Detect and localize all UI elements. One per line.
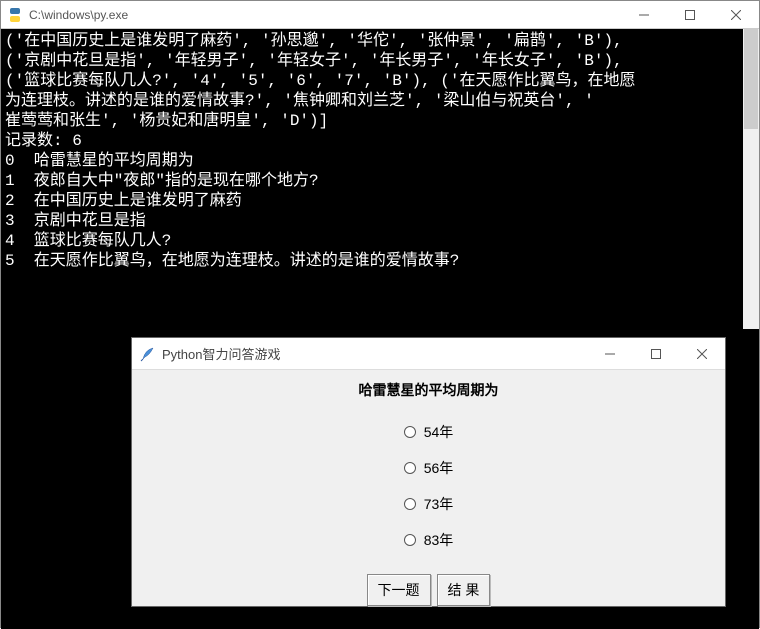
- dialog-title: Python智力问答游戏: [162, 344, 280, 363]
- option-label: 83年: [424, 530, 454, 550]
- console-line: 2 在中国历史上是谁发明了麻药: [5, 192, 242, 210]
- close-button[interactable]: [713, 1, 759, 29]
- console-line: 3 京剧中花旦是指: [5, 212, 146, 230]
- console-titlebar: C:\windows\py.exe: [1, 1, 759, 29]
- button-row: 下一题 结 果: [367, 574, 491, 606]
- result-button[interactable]: 结 果: [437, 574, 491, 606]
- python-icon: [7, 7, 23, 23]
- console-line: 为连理枝。讲述的是谁的爱情故事?', '焦钟卿和刘兰芝', '梁山伯与祝英台',…: [5, 92, 594, 110]
- console-line: 4 篮球比赛每队几人?: [5, 232, 171, 250]
- console-window-controls: [621, 1, 759, 29]
- console-line: 0 哈雷慧星的平均周期为: [5, 152, 194, 170]
- radio-icon: [404, 534, 416, 546]
- option-label: 56年: [424, 458, 454, 478]
- dialog-window-controls: [587, 340, 725, 368]
- console-line: ('在中国历史上是谁发明了麻药', '孙思邈', '华佗', '张仲景', '扁…: [5, 32, 623, 50]
- console-line: 崔莺莺和张生', '杨贵妃和唐明皇', 'D')]: [5, 112, 328, 130]
- console-title: C:\windows\py.exe: [29, 8, 128, 22]
- maximize-button[interactable]: [667, 1, 713, 29]
- quiz-dialog: Python智力问答游戏 哈雷慧星的平均周期为 54年 56年 73年: [131, 337, 726, 607]
- minimize-button[interactable]: [621, 1, 667, 29]
- option-c[interactable]: 73年: [404, 494, 454, 514]
- option-a[interactable]: 54年: [404, 422, 454, 442]
- dialog-close-button[interactable]: [679, 340, 725, 368]
- radio-icon: [404, 426, 416, 438]
- dialog-maximize-button[interactable]: [633, 340, 679, 368]
- console-line: ('京剧中花旦是指', '年轻男子', '年轻女子', '年长男子', '年长女…: [5, 52, 623, 70]
- console-line: 记录数: 6: [5, 132, 82, 150]
- console-line: ('篮球比赛每队几人?', '4', '5', '6', '7', 'B'), …: [5, 72, 635, 90]
- option-label: 73年: [424, 494, 454, 514]
- scrollbar-thumb[interactable]: [744, 29, 758, 129]
- radio-icon: [404, 462, 416, 474]
- vertical-scrollbar[interactable]: [743, 29, 759, 329]
- option-b[interactable]: 56年: [404, 458, 454, 478]
- tk-feather-icon: [140, 346, 156, 362]
- console-line: 1 夜郎自大中"夜郎"指的是现在哪个地方?: [5, 172, 319, 190]
- next-button[interactable]: 下一题: [367, 574, 431, 606]
- dialog-minimize-button[interactable]: [587, 340, 633, 368]
- dialog-titlebar: Python智力问答游戏: [132, 338, 725, 370]
- dialog-body: 哈雷慧星的平均周期为 54年 56年 73年 83年 下一题 结 果: [132, 370, 725, 608]
- console-line: 5 在天愿作比翼鸟，在地愿为连理枝。讲述的是谁的爱情故事?: [5, 252, 459, 270]
- option-label: 54年: [424, 422, 454, 442]
- option-d[interactable]: 83年: [404, 530, 454, 550]
- radio-icon: [404, 498, 416, 510]
- question-label: 哈雷慧星的平均周期为: [359, 380, 499, 400]
